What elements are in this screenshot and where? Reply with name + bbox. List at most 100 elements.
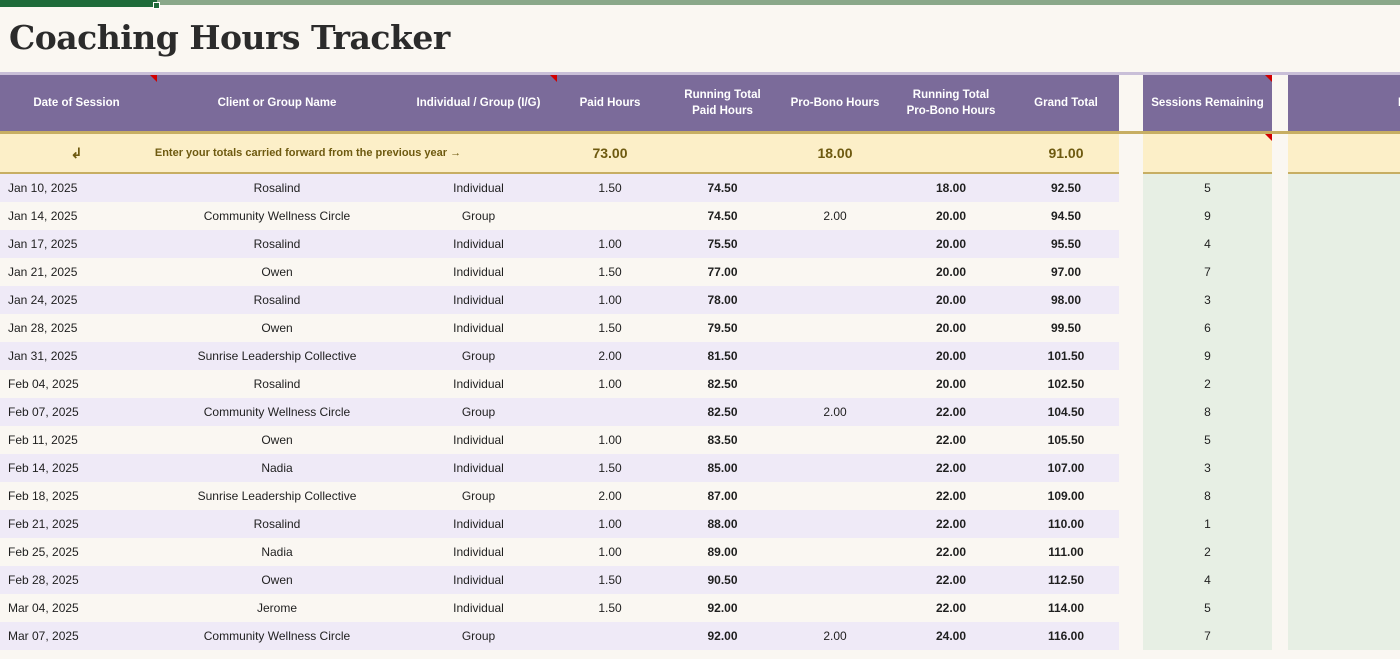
cell-probono-hours[interactable]: 2.00: [781, 398, 889, 426]
cell-date[interactable]: Feb 21, 2025: [0, 510, 153, 538]
cell-running-probono[interactable]: 22.00: [889, 510, 1013, 538]
cell-client[interactable]: Community Wellness Circle: [153, 202, 401, 230]
cell-notes[interactable]: [1288, 258, 1400, 286]
cell-grand-total[interactable]: 105.50: [1013, 426, 1119, 454]
selected-cell-indicator[interactable]: [0, 0, 157, 7]
cell-sessions-remaining[interactable]: 5: [1143, 594, 1272, 622]
cell-running-paid[interactable]: 83.50: [664, 426, 781, 454]
cell-grand-total[interactable]: 94.50: [1013, 202, 1119, 230]
cell-running-probono[interactable]: 22.00: [889, 482, 1013, 510]
cell-type[interactable]: Individual: [401, 426, 556, 454]
cell-date[interactable]: Mar 04, 2025: [0, 594, 153, 622]
cell-date[interactable]: Jan 17, 2025: [0, 230, 153, 258]
cell-date[interactable]: Feb 28, 2025: [0, 566, 153, 594]
cell-running-probono[interactable]: 22.00: [889, 594, 1013, 622]
cell-running-probono[interactable]: 20.00: [889, 342, 1013, 370]
header-running-probono[interactable]: Running Total Pro-Bono Hours: [889, 75, 1013, 131]
cell-paid-hours[interactable]: [556, 622, 664, 650]
cell-sessions-remaining[interactable]: 5: [1143, 426, 1272, 454]
cell-probono-hours[interactable]: [781, 342, 889, 370]
cell-client[interactable]: Owen: [153, 426, 401, 454]
cell-sessions-remaining[interactable]: 7: [1143, 258, 1272, 286]
cell-type[interactable]: Individual: [401, 566, 556, 594]
comment-indicator[interactable]: [1265, 134, 1272, 141]
cell-paid-hours[interactable]: 2.00: [556, 342, 664, 370]
cell-paid-hours[interactable]: 2.00: [556, 482, 664, 510]
cell-date[interactable]: Feb 04, 2025: [0, 370, 153, 398]
header-probono-hours[interactable]: Pro-Bono Hours: [781, 75, 889, 131]
cell-type[interactable]: Individual: [401, 258, 556, 286]
cell-probono-hours[interactable]: [781, 230, 889, 258]
header-sessions-remaining[interactable]: Sessions Remaining: [1143, 75, 1272, 131]
cell-date[interactable]: Jan 10, 2025: [0, 174, 153, 202]
cell-notes[interactable]: [1288, 622, 1400, 650]
cell-sessions-remaining[interactable]: 7: [1143, 622, 1272, 650]
cell-type[interactable]: Group: [401, 202, 556, 230]
cell-paid-hours[interactable]: [556, 398, 664, 426]
cell-sessions-remaining[interactable]: 3: [1143, 286, 1272, 314]
cell-notes[interactable]: [1288, 398, 1400, 426]
cell-type[interactable]: Individual: [401, 454, 556, 482]
header-client[interactable]: Client or Group Name: [153, 75, 401, 131]
cell-paid-hours[interactable]: 1.50: [556, 314, 664, 342]
cell-date[interactable]: Feb 07, 2025: [0, 398, 153, 426]
cell-notes[interactable]: [1288, 538, 1400, 566]
cell-running-probono[interactable]: 22.00: [889, 454, 1013, 482]
cell-notes[interactable]: [1288, 482, 1400, 510]
cell-probono-hours[interactable]: [781, 426, 889, 454]
cell-probono-hours[interactable]: [781, 538, 889, 566]
cell-notes[interactable]: [1288, 286, 1400, 314]
cell-paid-hours[interactable]: 1.00: [556, 286, 664, 314]
cell-probono-hours[interactable]: 2.00: [781, 622, 889, 650]
cell-client[interactable]: Rosalind: [153, 286, 401, 314]
cell-running-probono[interactable]: 20.00: [889, 286, 1013, 314]
cell-type[interactable]: Individual: [401, 538, 556, 566]
cell-date[interactable]: Jan 31, 2025: [0, 342, 153, 370]
cell-paid-hours[interactable]: 1.00: [556, 538, 664, 566]
cell-sessions-remaining[interactable]: 1: [1143, 510, 1272, 538]
cell-type[interactable]: Group: [401, 482, 556, 510]
header-date[interactable]: Date of Session: [0, 75, 153, 131]
cell-date[interactable]: Jan 28, 2025: [0, 314, 153, 342]
cell-grand-total[interactable]: 110.00: [1013, 510, 1119, 538]
cell-grand-total[interactable]: 97.00: [1013, 258, 1119, 286]
cell-probono-hours[interactable]: [781, 174, 889, 202]
cell-paid-hours[interactable]: 1.50: [556, 566, 664, 594]
comment-indicator[interactable]: [1265, 75, 1272, 82]
cell-sessions-remaining[interactable]: 8: [1143, 398, 1272, 426]
cell-running-probono[interactable]: 24.00: [889, 622, 1013, 650]
cell-grand-total[interactable]: 114.00: [1013, 594, 1119, 622]
cell-grand-total[interactable]: 98.00: [1013, 286, 1119, 314]
header-grand-total[interactable]: Grand Total: [1013, 75, 1119, 131]
cell-date[interactable]: Feb 14, 2025: [0, 454, 153, 482]
cell-type[interactable]: Individual: [401, 286, 556, 314]
cell-running-probono[interactable]: 20.00: [889, 258, 1013, 286]
cell-notes[interactable]: [1288, 230, 1400, 258]
cell-running-probono[interactable]: 20.00: [889, 202, 1013, 230]
header-running-paid[interactable]: Running Total Paid Hours: [664, 75, 781, 131]
cell-notes[interactable]: [1288, 510, 1400, 538]
cell-client[interactable]: Owen: [153, 314, 401, 342]
cell-paid-hours[interactable]: 1.50: [556, 454, 664, 482]
cell-sessions-remaining[interactable]: 9: [1143, 202, 1272, 230]
cell-client[interactable]: Nadia: [153, 538, 401, 566]
cell-date[interactable]: Jan 24, 2025: [0, 286, 153, 314]
cell-sessions-remaining[interactable]: 6: [1143, 314, 1272, 342]
cell-probono-hours[interactable]: [781, 454, 889, 482]
cell-paid-hours[interactable]: 1.00: [556, 370, 664, 398]
cell-running-paid[interactable]: 92.00: [664, 594, 781, 622]
cell-client[interactable]: Rosalind: [153, 174, 401, 202]
cell-running-probono[interactable]: 22.00: [889, 538, 1013, 566]
cell-running-paid[interactable]: 82.50: [664, 398, 781, 426]
cell-running-paid[interactable]: 85.00: [664, 454, 781, 482]
cell-running-paid[interactable]: 88.00: [664, 510, 781, 538]
cell-sessions-remaining[interactable]: 3: [1143, 454, 1272, 482]
cell-grand-total[interactable]: 101.50: [1013, 342, 1119, 370]
cell-grand-total[interactable]: 92.50: [1013, 174, 1119, 202]
cell-client[interactable]: Community Wellness Circle: [153, 398, 401, 426]
cell-grand-total[interactable]: 107.00: [1013, 454, 1119, 482]
cell-running-probono[interactable]: 20.00: [889, 314, 1013, 342]
cell-sessions-remaining[interactable]: 2: [1143, 370, 1272, 398]
cell-client[interactable]: Community Wellness Circle: [153, 622, 401, 650]
cell-client[interactable]: Nadia: [153, 454, 401, 482]
